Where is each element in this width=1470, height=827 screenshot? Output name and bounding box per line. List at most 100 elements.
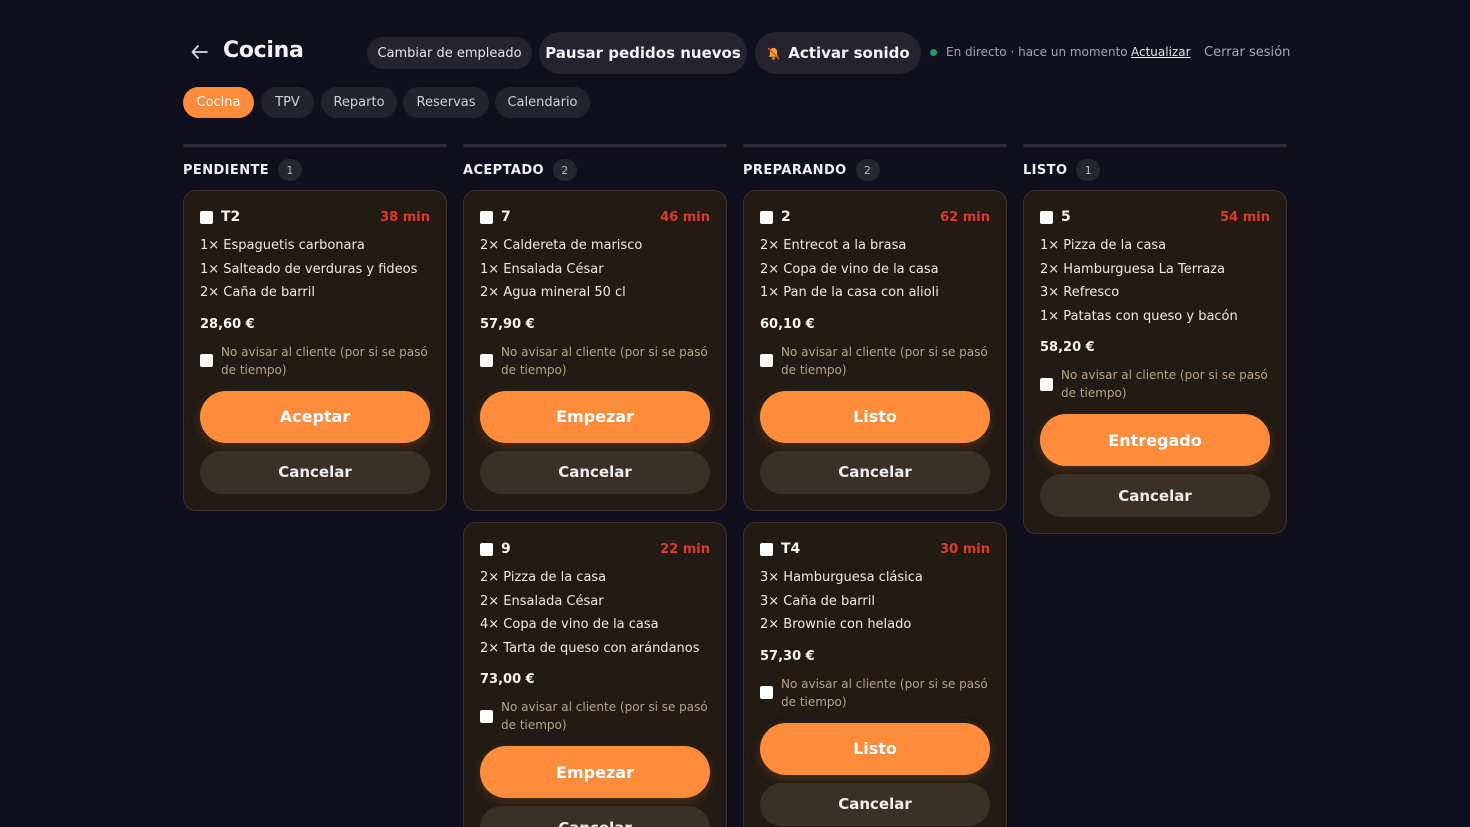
elapsed-time: 54 min (1220, 209, 1270, 225)
page-title: Cocina (223, 38, 304, 63)
column-count-badge: 1 (278, 159, 303, 181)
order-card: 7 46 min 2× Caldereta de marisco 1× Ensa… (463, 190, 727, 511)
order-card: 9 22 min 2× Pizza de la casa 2× Ensalada… (463, 522, 727, 827)
start-button[interactable]: Empezar (480, 390, 710, 443)
order-id: 7 (501, 209, 511, 225)
order-card: T2 38 min 1× Espaguetis carbonara 1× Sal… (183, 190, 447, 511)
select-order-checkbox[interactable] (480, 210, 493, 224)
refresh-link[interactable]: Actualizar (1131, 45, 1191, 59)
tab-reparto[interactable]: Reparto (321, 87, 397, 118)
order-item: 2× Pizza de la casa (480, 570, 607, 585)
order-item: 2× Copa de vino de la casa (760, 261, 939, 277)
no-notify-checkbox[interactable] (1040, 377, 1053, 391)
order-item: 2× Entrecot a la brasa (760, 238, 907, 253)
select-order-checkbox[interactable] (760, 542, 773, 556)
column-count-badge: 2 (855, 159, 880, 181)
accept-button[interactable]: Aceptar (200, 390, 430, 443)
order-card: T4 30 min 3× Hamburguesa clásica 3× Caña… (743, 522, 1007, 827)
select-order-checkbox[interactable] (760, 210, 773, 224)
live-status-text: En directo · hace un momento (946, 45, 1128, 59)
column-count-badge: 1 (1076, 159, 1101, 181)
order-item: 1× Patatas con queso y bacón (1040, 308, 1238, 324)
column-aceptado: ACEPTADO 2 7 46 min 2× Caldereta de mari… (463, 144, 727, 827)
order-item: 3× Refresco (1040, 285, 1120, 300)
order-id: T4 (781, 541, 801, 557)
delivered-button[interactable]: Entregado (1040, 414, 1270, 466)
order-total: 73,00 € (480, 672, 535, 687)
activate-sound-label: Activar sonido (788, 44, 910, 62)
column-header: PENDIENTE 1 (183, 158, 447, 182)
no-notify-label: No avisar al cliente (por si se pasó de … (1061, 368, 1268, 400)
column-listo: LISTO 1 5 54 min 1× Pizza de la casa 2× … (1023, 144, 1287, 534)
no-notify-checkbox[interactable] (480, 709, 493, 723)
order-total: 57,90 € (480, 316, 535, 332)
tab-cocina[interactable]: Cocina (183, 87, 254, 118)
order-total: 60,10 € (760, 316, 815, 332)
order-item: 2× Agua mineral 50 cl (480, 285, 626, 300)
tab-tpv[interactable]: TPV (261, 87, 314, 118)
pause-orders-button[interactable]: Pausar pedidos nuevos (539, 32, 747, 74)
order-item: 1× Salteado de verduras y fideos (200, 261, 418, 277)
no-notify-checkbox[interactable] (480, 354, 493, 367)
select-order-checkbox[interactable] (480, 542, 493, 556)
order-item: 2× Hamburguesa La Terraza (1040, 261, 1225, 277)
tab-reservas[interactable]: Reservas (403, 87, 489, 118)
ready-button[interactable]: Listo (760, 390, 990, 443)
no-notify-label: No avisar al cliente (por si se pasó de … (501, 700, 708, 732)
column-title: ACEPTADO (463, 162, 544, 178)
order-item: 1× Ensalada César (480, 261, 604, 277)
no-notify-checkbox[interactable] (200, 354, 213, 367)
column-count-badge: 2 (552, 159, 577, 181)
order-card: 5 54 min 1× Pizza de la casa 2× Hamburgu… (1023, 190, 1287, 534)
live-status: En directo · hace un momento (930, 45, 1128, 59)
cancel-button[interactable]: Cancelar (480, 450, 710, 494)
order-total: 57,30 € (760, 648, 815, 664)
column-divider (463, 144, 727, 147)
column-header: ACEPTADO 2 (463, 158, 727, 182)
no-notify-checkbox[interactable] (760, 686, 773, 699)
activate-sound-button[interactable]: Activar sonido (755, 32, 921, 74)
no-notify-checkbox[interactable] (760, 354, 773, 367)
cancel-button[interactable]: Cancelar (480, 806, 710, 827)
ready-button[interactable]: Listo (760, 722, 990, 775)
elapsed-time: 30 min (940, 541, 990, 557)
order-id: T2 (221, 209, 241, 225)
logout-link[interactable]: Cerrar sesión (1204, 45, 1290, 60)
elapsed-time: 22 min (660, 541, 710, 557)
elapsed-time: 62 min (940, 209, 990, 225)
no-notify-label: No avisar al cliente (por si se pasó de … (501, 344, 708, 377)
order-item: 2× Brownie con helado (760, 617, 912, 632)
tab-calendario[interactable]: Calendario (495, 87, 590, 118)
no-notify-label: No avisar al cliente (por si se pasó de … (781, 676, 988, 709)
column-divider (1023, 144, 1287, 147)
order-item: 1× Espaguetis carbonara (200, 238, 365, 253)
switch-employee-button[interactable]: Cambiar de empleado (367, 37, 532, 69)
column-divider (183, 144, 447, 147)
column-header: PREPARANDO 2 (743, 158, 1007, 182)
select-order-checkbox[interactable] (1040, 210, 1053, 224)
order-item: 1× Pizza de la casa (1040, 238, 1167, 253)
cancel-button[interactable]: Cancelar (1040, 474, 1270, 517)
cancel-button[interactable]: Cancelar (760, 782, 990, 826)
order-item: 3× Hamburguesa clásica (760, 570, 923, 585)
order-item: 2× Caña de barril (200, 285, 315, 300)
order-item: 2× Ensalada César (480, 593, 604, 609)
order-item: 2× Tarta de queso con arándanos (480, 640, 700, 656)
column-preparando: PREPARANDO 2 2 62 min 2× Entrecot a la b… (743, 144, 1007, 827)
column-title: PENDIENTE (183, 162, 270, 178)
column-pendiente: PENDIENTE 1 T2 38 min 1× Espaguetis carb… (183, 144, 447, 511)
order-item: 3× Caña de barril (760, 593, 875, 609)
order-id: 5 (1061, 209, 1071, 225)
order-id: 2 (781, 209, 791, 225)
start-button[interactable]: Empezar (480, 746, 710, 798)
cancel-button[interactable]: Cancelar (760, 450, 990, 494)
select-order-checkbox[interactable] (200, 210, 213, 224)
column-title: LISTO (1023, 162, 1068, 178)
cancel-button[interactable]: Cancelar (200, 450, 430, 494)
top-bar: Cocina Cambiar de empleado Pausar pedido… (183, 32, 1290, 74)
back-arrow-icon[interactable] (189, 41, 211, 63)
column-title: PREPARANDO (743, 162, 847, 178)
bell-muted-icon (767, 47, 780, 60)
column-divider (743, 144, 1007, 147)
order-card: 2 62 min 2× Entrecot a la brasa 2× Copa … (743, 190, 1007, 511)
